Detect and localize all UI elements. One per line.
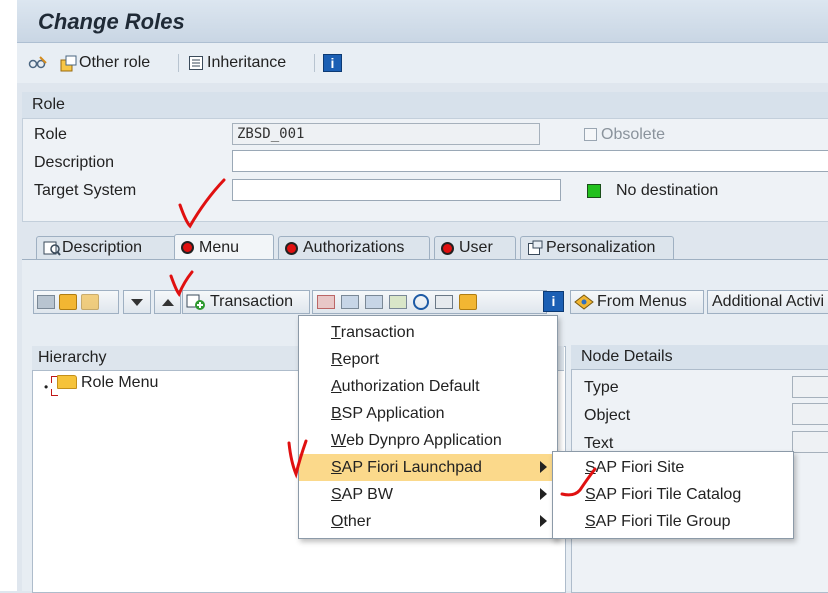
inheritance-icon — [188, 55, 204, 71]
toolbar-separator — [178, 54, 179, 72]
add-transaction-icon — [186, 294, 206, 310]
inheritance-button[interactable]: Inheritance — [188, 53, 286, 73]
tab-menu[interactable]: Menu — [174, 234, 274, 260]
personalization-icon — [527, 240, 543, 256]
submenu-arrow-icon — [540, 515, 547, 527]
red-status-icon — [441, 241, 454, 255]
type-field[interactable] — [792, 376, 828, 398]
from-menus-button[interactable]: From Menus — [570, 290, 704, 314]
destination-status-text: No destination — [616, 182, 719, 199]
tab-personalization[interactable]: Personalization — [520, 236, 674, 259]
tab-authorizations[interactable]: Authorizations — [278, 236, 430, 259]
move-up-button[interactable] — [154, 290, 181, 314]
details-icon — [389, 295, 407, 309]
folder-icon — [57, 375, 77, 389]
from-menus-icon — [574, 294, 594, 310]
find-icon — [413, 294, 429, 310]
red-status-icon — [285, 241, 298, 255]
menu-tools-group[interactable] — [33, 290, 119, 314]
menu-item-sap-fiori-launchpad[interactable]: S AP Fiori Launchpad — [299, 454, 557, 481]
tab-user-label: User — [459, 239, 493, 256]
menu-item-report[interactable]: Report — [299, 346, 557, 373]
description-field[interactable] — [232, 150, 828, 172]
move-down-button[interactable] — [123, 290, 151, 314]
target-system-field[interactable] — [232, 179, 561, 201]
obsolete-checkbox[interactable] — [584, 128, 597, 141]
tab-description-label: Description — [62, 239, 143, 256]
obsolete-label: Obsolete — [601, 126, 666, 143]
tab-personalization-label: Personalization — [546, 239, 656, 256]
submenu-arrow-icon — [540, 488, 547, 500]
tab-user[interactable]: User — [434, 236, 516, 259]
menu-item-rest: ransaction — [340, 323, 415, 341]
additional-activities-label: Additional Activi — [712, 293, 825, 310]
tab-menu-label: Menu — [199, 238, 240, 256]
expand-all-icon — [341, 295, 359, 309]
text-field[interactable] — [792, 431, 828, 453]
description-icon — [43, 240, 61, 256]
transaction-button[interactable]: Transaction — [182, 290, 310, 314]
documentation-icon — [459, 294, 477, 310]
menu-function-group[interactable] — [312, 290, 547, 314]
triangle-up-icon — [161, 298, 174, 306]
menu-item-authorization-default[interactable]: Authorization Default — [299, 373, 557, 400]
role-label: Role — [34, 126, 67, 143]
collapse-all-icon — [365, 295, 383, 309]
submenu-item-fiori-tile-catalog[interactable]: S AP Fiori Tile Catalog — [553, 481, 793, 508]
triangle-down-icon — [131, 298, 143, 306]
display-change-button[interactable] — [28, 53, 47, 73]
role-panel-header: Role — [22, 92, 828, 119]
tab-strip: Description Menu Authorizations User Per… — [22, 233, 828, 260]
role-field[interactable]: ZBSD_001 — [232, 123, 540, 145]
menu-item-sap-bw[interactable]: S AP BW — [299, 481, 557, 508]
destination-status-icon — [587, 184, 601, 198]
fiori-launchpad-submenu: S AP Fiori Site S AP Fiori Tile Catalog SA… — [552, 451, 794, 539]
description-label: Description — [34, 154, 115, 171]
copy-icon — [37, 295, 55, 309]
info-icon[interactable]: i — [543, 291, 564, 312]
menu-item-transaction[interactable]: Transaction — [299, 319, 557, 346]
menu-item-bsp-application[interactable]: B SP Application — [299, 400, 557, 427]
menu-item-other[interactable]: Other — [299, 508, 557, 535]
type-label: Type — [584, 379, 619, 396]
from-menus-label: From Menus — [597, 293, 687, 310]
remove-node-icon — [317, 295, 335, 309]
inheritance-label: Inheritance — [207, 54, 287, 71]
print-icon — [435, 295, 453, 309]
tab-authorizations-label: Authorizations — [303, 239, 405, 256]
object-label: Object — [584, 407, 631, 424]
info-icon[interactable]: i — [323, 54, 342, 72]
tab-divider — [22, 259, 828, 260]
selection-bracket — [51, 389, 58, 396]
submenu-item-fiori-tile-group[interactable]: S AP Fiori Tile Group — [553, 508, 793, 535]
submenu-arrow-icon — [540, 461, 547, 473]
other-role-icon — [60, 55, 77, 72]
tree-node-role-menu[interactable]: Role Menu — [81, 374, 158, 392]
other-role-button[interactable]: Other role — [60, 53, 150, 73]
tree-bullet: • — [44, 380, 49, 394]
toolbar-separator — [314, 54, 315, 72]
object-field[interactable] — [792, 403, 828, 425]
glasses-pencil-icon — [28, 55, 47, 71]
rename-folder-icon — [81, 294, 99, 310]
window-edge — [0, 0, 17, 591]
node-details-header: Node Details — [571, 345, 828, 370]
tab-description[interactable]: Description — [36, 236, 193, 259]
other-role-label: Other role — [79, 54, 151, 71]
additional-activities-button[interactable]: Additional Activi — [707, 290, 828, 314]
folder-icon — [59, 294, 77, 310]
target-system-label: Target System — [34, 182, 137, 199]
page-title: Change Roles — [38, 9, 185, 34]
menu-item-web-dynpro-application[interactable]: Web Dynpro Application — [299, 427, 557, 454]
transaction-label: Transaction — [210, 293, 293, 310]
submenu-item-fiori-site[interactable]: S AP Fiori Site — [553, 454, 793, 481]
transaction-dropdown-menu: Transaction Report Authorization Default… — [298, 315, 558, 539]
red-status-icon — [181, 241, 194, 254]
